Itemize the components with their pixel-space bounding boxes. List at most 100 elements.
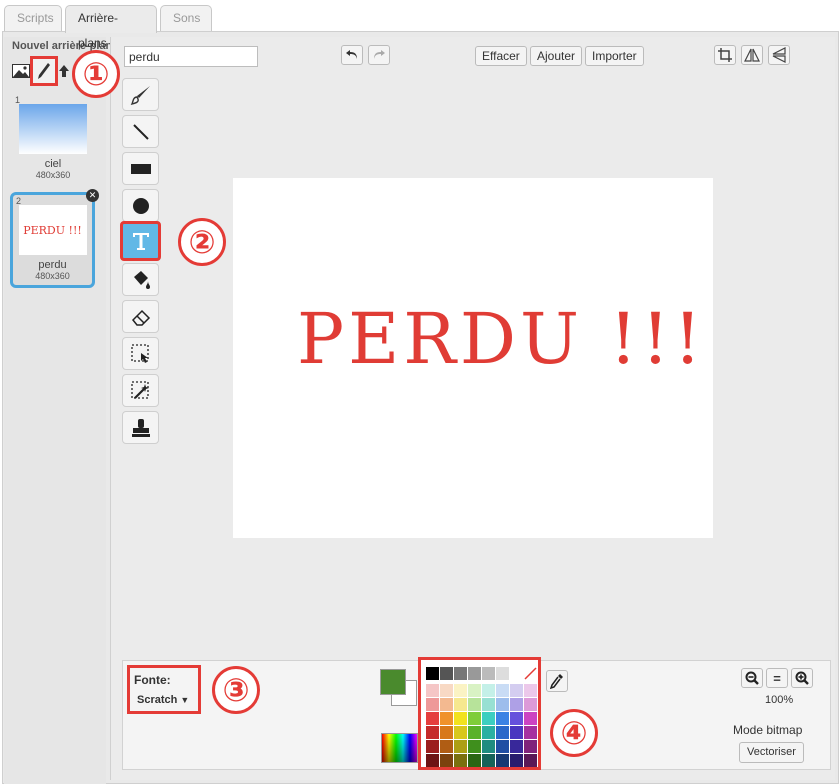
- annotation-badge-1: ①: [72, 50, 120, 98]
- palette-swatch[interactable]: [468, 726, 481, 739]
- palette-swatch[interactable]: [468, 667, 481, 680]
- palette-swatch[interactable]: [482, 667, 495, 680]
- palette-swatch[interactable]: [440, 726, 453, 739]
- palette-swatch[interactable]: [440, 698, 453, 711]
- palette-swatch[interactable]: [482, 684, 495, 697]
- palette-swatch[interactable]: [524, 698, 537, 711]
- transparent-color-swatch[interactable]: [524, 667, 537, 680]
- primary-color-swatch[interactable]: [380, 669, 406, 695]
- add-button[interactable]: Ajouter: [530, 46, 583, 66]
- palette-swatch[interactable]: [454, 667, 467, 680]
- magic-select-icon[interactable]: [122, 374, 159, 407]
- palette-swatch[interactable]: [426, 726, 439, 739]
- flip-horizontal-icon[interactable]: [741, 45, 763, 65]
- upload-icon[interactable]: [58, 58, 70, 84]
- palette-swatch[interactable]: [426, 667, 439, 680]
- crop-icon[interactable]: [714, 45, 736, 65]
- tab-backdrops[interactable]: Arrière-plans: [65, 5, 157, 50]
- convert-to-vector-button[interactable]: Vectoriser: [739, 742, 804, 763]
- palette-swatch[interactable]: [510, 712, 523, 725]
- palette-swatch[interactable]: [524, 754, 537, 767]
- palette-swatch[interactable]: [454, 698, 467, 711]
- palette-swatch[interactable]: [440, 740, 453, 753]
- palette-swatch[interactable]: [496, 712, 509, 725]
- paint-brush-icon[interactable]: [30, 56, 58, 86]
- tab-scripts[interactable]: Scripts: [4, 5, 62, 32]
- flip-vertical-icon[interactable]: [768, 45, 790, 65]
- palette-swatch[interactable]: [510, 740, 523, 753]
- palette-swatch[interactable]: [496, 740, 509, 753]
- palette-swatch[interactable]: [454, 754, 467, 767]
- redo-button[interactable]: [368, 45, 390, 65]
- palette-swatch[interactable]: [426, 684, 439, 697]
- eraser-icon[interactable]: [122, 300, 159, 333]
- palette-swatch[interactable]: [524, 684, 537, 697]
- palette-swatch[interactable]: [454, 712, 467, 725]
- palette-swatch[interactable]: [440, 667, 453, 680]
- brush-icon[interactable]: [122, 78, 159, 111]
- backdrop-thumb-1[interactable]: 1 ciel 480x360: [12, 94, 94, 186]
- import-button[interactable]: Importer: [585, 46, 644, 66]
- palette-swatch[interactable]: [482, 712, 495, 725]
- undo-button[interactable]: [341, 45, 363, 65]
- rectangle-icon[interactable]: [122, 152, 159, 185]
- palette-swatch[interactable]: [496, 698, 509, 711]
- palette-swatch[interactable]: [426, 740, 439, 753]
- palette-swatch[interactable]: [496, 684, 509, 697]
- palette-swatch[interactable]: [468, 684, 481, 697]
- stamp-icon[interactable]: [122, 411, 159, 444]
- palette-swatch[interactable]: [524, 726, 537, 739]
- font-selector[interactable]: Fonte: Scratch ▼: [127, 665, 201, 714]
- tab-bar: Scripts Arrière-plans Sons: [0, 0, 839, 50]
- color-picker-button[interactable]: [381, 733, 418, 763]
- palette-swatch[interactable]: [440, 712, 453, 725]
- image-library-icon[interactable]: [10, 58, 32, 84]
- palette-swatch[interactable]: [482, 726, 495, 739]
- palette-swatch[interactable]: [510, 726, 523, 739]
- backdrop-number: 2: [16, 196, 22, 206]
- costume-name-input[interactable]: [124, 46, 258, 67]
- palette-swatch[interactable]: [426, 712, 439, 725]
- backdrop-image-perdu: PERDU !!!: [18, 205, 87, 255]
- palette-swatch[interactable]: [510, 754, 523, 767]
- palette-swatch[interactable]: [510, 667, 523, 680]
- palette-swatch[interactable]: [440, 684, 453, 697]
- palette-swatch[interactable]: [482, 740, 495, 753]
- palette-swatch[interactable]: [496, 754, 509, 767]
- fill-icon[interactable]: [122, 263, 159, 296]
- palette-swatch[interactable]: [454, 740, 467, 753]
- zoom-in-button[interactable]: [791, 668, 813, 688]
- text-icon[interactable]: [120, 221, 161, 261]
- palette-swatch[interactable]: [468, 698, 481, 711]
- zoom-reset-button[interactable]: =: [766, 668, 788, 688]
- palette-swatch[interactable]: [524, 740, 537, 753]
- palette-swatch[interactable]: [454, 726, 467, 739]
- backdrop-name: ciel: [44, 158, 62, 170]
- palette-swatch[interactable]: [496, 726, 509, 739]
- zoom-out-button[interactable]: [741, 668, 763, 688]
- drawing-canvas[interactable]: PERDU !!!: [233, 178, 713, 538]
- close-icon[interactable]: ✕: [86, 189, 99, 202]
- palette-swatch[interactable]: [482, 698, 495, 711]
- palette-swatch[interactable]: [510, 698, 523, 711]
- palette-swatch[interactable]: [468, 740, 481, 753]
- palette-swatch[interactable]: [524, 712, 537, 725]
- ellipse-icon[interactable]: [122, 189, 159, 222]
- font-dropdown[interactable]: Scratch ▼: [137, 694, 189, 706]
- palette-swatch[interactable]: [454, 684, 467, 697]
- palette-swatch[interactable]: [468, 712, 481, 725]
- palette-swatch[interactable]: [468, 754, 481, 767]
- line-icon[interactable]: [122, 115, 159, 148]
- clear-button[interactable]: Effacer: [475, 46, 527, 66]
- select-icon[interactable]: [122, 337, 159, 370]
- palette-swatch[interactable]: [440, 754, 453, 767]
- palette-swatch[interactable]: [426, 754, 439, 767]
- palette-swatch[interactable]: [426, 698, 439, 711]
- zoom-controls: =: [741, 668, 815, 688]
- palette-swatch[interactable]: [482, 754, 495, 767]
- palette-swatch[interactable]: [496, 667, 509, 680]
- backdrop-thumb-2[interactable]: 2 ✕ PERDU !!! perdu 480x360: [10, 189, 99, 288]
- eyedropper-icon[interactable]: [546, 670, 568, 692]
- tab-sounds[interactable]: Sons: [160, 5, 212, 32]
- palette-swatch[interactable]: [510, 684, 523, 697]
